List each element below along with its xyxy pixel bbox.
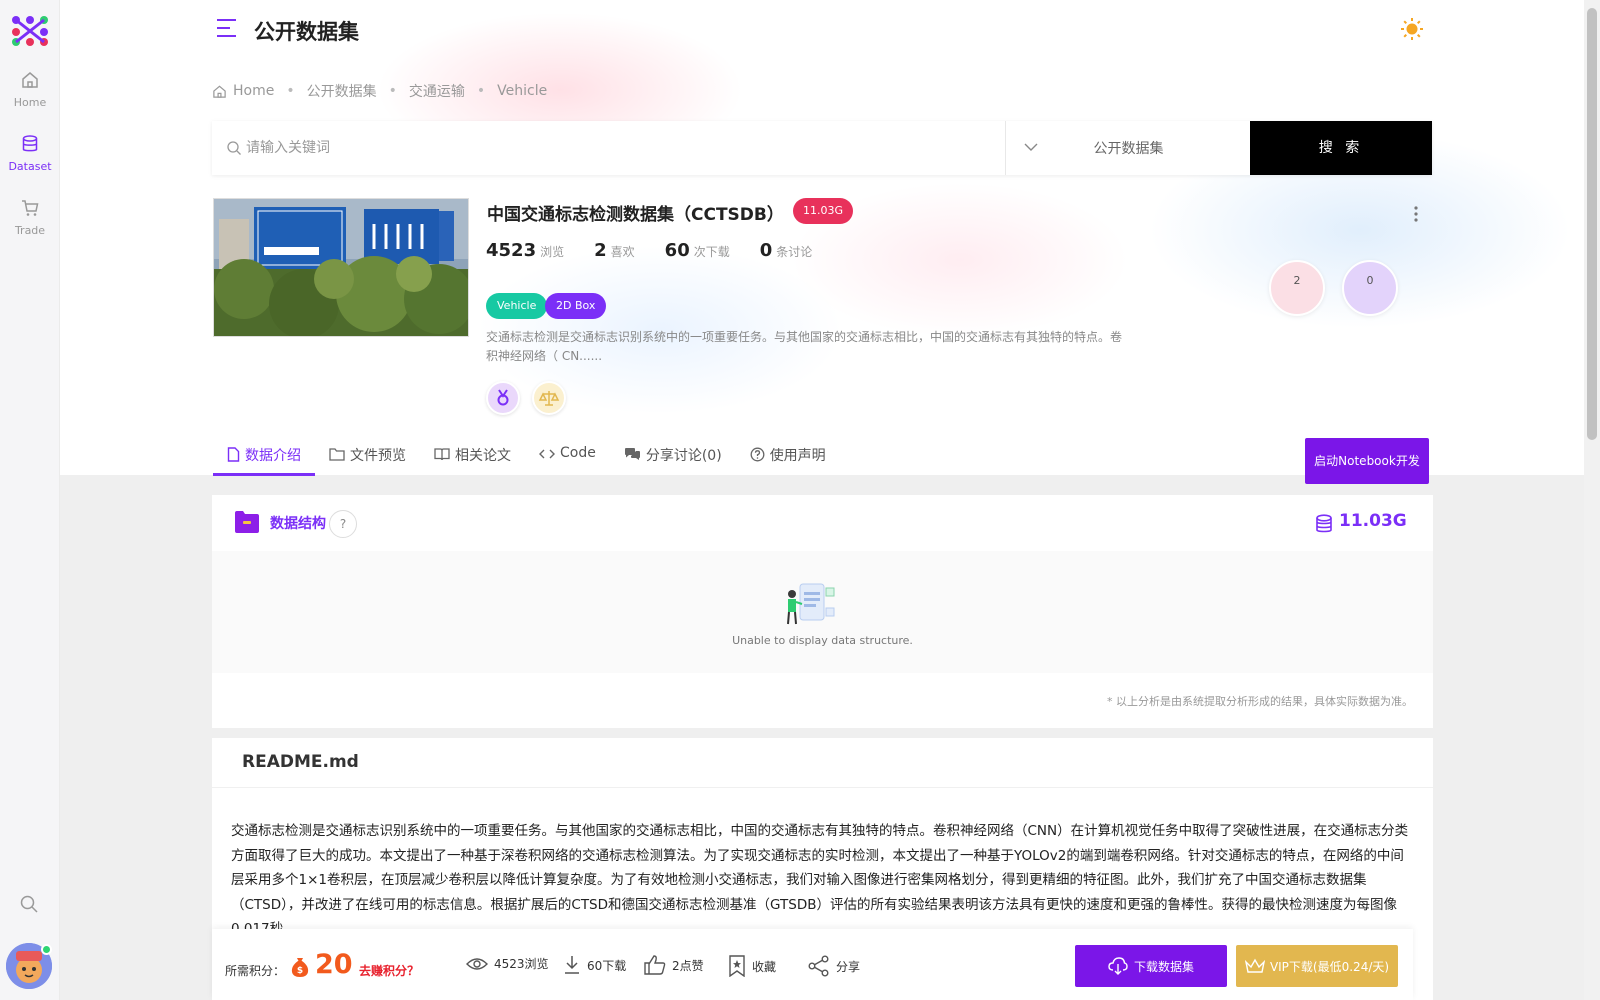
home-icon bbox=[213, 85, 226, 98]
downloads-stat: 60下载 bbox=[563, 955, 626, 975]
svg-text:$: $ bbox=[297, 966, 303, 976]
sidebar: Home Dataset Trade bbox=[0, 0, 60, 1000]
scrollbar-thumb[interactable] bbox=[1587, 8, 1597, 440]
discussion-count-bubble: 0 bbox=[1342, 260, 1398, 316]
eye-icon bbox=[466, 957, 488, 970]
theme-toggle-sun-icon[interactable] bbox=[1400, 17, 1424, 45]
medal-icon bbox=[497, 389, 509, 406]
points-value: 20 bbox=[315, 949, 353, 980]
tab-related-papers[interactable]: 相关论文 bbox=[420, 436, 525, 476]
cloud-download-icon bbox=[1108, 957, 1128, 975]
code-icon bbox=[539, 449, 555, 459]
chat-icon bbox=[624, 448, 640, 460]
search-icon bbox=[227, 141, 241, 155]
dataset-thumbnail[interactable] bbox=[213, 198, 469, 337]
empty-state-text: Unable to display data structure. bbox=[732, 634, 913, 647]
readme-title: README.md bbox=[242, 752, 359, 772]
search-scope-value: 公开数据集 bbox=[1093, 141, 1164, 157]
launch-notebook-button[interactable]: 启动Notebook开发 bbox=[1305, 438, 1429, 484]
page-title: 公开数据集 bbox=[254, 20, 359, 44]
analysis-note: * 以上分析是由系统提取分析形成的结果，具体实际数据为准。 bbox=[1107, 695, 1413, 708]
book-icon bbox=[434, 448, 450, 461]
dataset-description: 交通标志检测是交通标志识别系统中的一项重要任务。与其他国家的交通标志相比，中国的… bbox=[486, 330, 1123, 363]
data-structure-footer: * 以上分析是由系统提取分析形成的结果，具体实际数据为准。 bbox=[212, 673, 1433, 728]
tab-usage-statement[interactable]: 使用声明 bbox=[736, 436, 840, 476]
data-structure-header: 数据结构 ? 11.03G bbox=[212, 495, 1433, 551]
sidebar-item-label: Home bbox=[13, 96, 47, 109]
download-icon bbox=[565, 956, 579, 974]
share-icon bbox=[808, 955, 829, 977]
online-status-dot bbox=[41, 944, 52, 955]
favorite-button[interactable]: 收藏 bbox=[728, 955, 776, 977]
dataset-stats: 4523 浏览 2 喜欢 60 次下载 0 条讨论 bbox=[486, 240, 842, 261]
breadcrumb-separator: • bbox=[286, 83, 295, 99]
breadcrumb: Home • 公开数据集 • 交通运输 • Vehicle bbox=[212, 81, 547, 101]
sidebar-item-trade[interactable]: Trade bbox=[0, 198, 60, 237]
data-structure-title: 数据结构 bbox=[270, 516, 326, 532]
empty-state-illustration bbox=[780, 582, 842, 630]
vip-download-button[interactable]: VIP下载(最低0.24/天) bbox=[1236, 945, 1398, 987]
license-badge[interactable] bbox=[532, 381, 566, 415]
like-button[interactable]: 2点赞 bbox=[644, 955, 704, 975]
tab-data-intro[interactable]: 数据介绍 bbox=[213, 436, 315, 476]
search-icon bbox=[20, 895, 38, 913]
scale-icon bbox=[538, 391, 560, 406]
share-button[interactable]: 分享 bbox=[808, 955, 860, 977]
download-dataset-button[interactable]: 下载数据集 bbox=[1075, 945, 1227, 987]
sidebar-item-dataset[interactable]: Dataset bbox=[0, 134, 60, 173]
bottom-action-bar: 所需积分： $ 20 去赚积分？ 4523浏览 60下载 2点赞 收藏 分享 下… bbox=[212, 929, 1413, 1000]
breadcrumb-public-datasets[interactable]: 公开数据集 bbox=[307, 81, 377, 101]
stat-views: 4523 浏览 bbox=[486, 240, 565, 261]
views-stat: 4523浏览 bbox=[466, 955, 549, 972]
stat-discussions: 0 条讨论 bbox=[759, 240, 813, 261]
help-button[interactable]: ? bbox=[329, 510, 357, 538]
tab-bar: 数据介绍 文件预览 相关论文 Code 分享讨论(0) 使用声明 bbox=[213, 436, 840, 476]
bookmark-star-icon bbox=[729, 955, 745, 977]
points-label: 所需积分： bbox=[225, 964, 286, 978]
dataset-title: 中国交通标志检测数据集（CCTSDB） bbox=[487, 205, 784, 225]
tag-2d-box[interactable]: 2D Box bbox=[545, 293, 607, 319]
folder-icon bbox=[329, 448, 345, 461]
data-structure-size: 11.03G bbox=[1339, 511, 1407, 531]
like-count-bubble: 2 bbox=[1269, 260, 1325, 316]
sidebar-item-label: Dataset bbox=[8, 160, 52, 173]
database-icon bbox=[22, 135, 38, 152]
folder-icon bbox=[235, 511, 259, 533]
sidebar-item-label: Trade bbox=[14, 224, 46, 237]
earn-points-link[interactable]: 去赚积分？ bbox=[359, 962, 419, 979]
sidebar-item-home[interactable]: Home bbox=[0, 70, 60, 109]
sidebar-search-button[interactable] bbox=[19, 894, 39, 918]
search-button[interactable]: 搜 索 bbox=[1250, 121, 1432, 175]
search-bar: 公开数据集 搜 索 bbox=[212, 121, 1432, 175]
brand-logo[interactable] bbox=[10, 14, 50, 46]
home-icon bbox=[22, 72, 38, 88]
menu-icon[interactable] bbox=[216, 18, 238, 42]
thumbs-up-icon bbox=[644, 955, 666, 975]
coin-bag-icon: $ bbox=[291, 958, 309, 977]
medal-badge[interactable] bbox=[486, 381, 520, 415]
size-badge: 11.03G bbox=[793, 198, 854, 224]
more-options-icon[interactable] bbox=[1413, 205, 1419, 227]
tab-file-preview[interactable]: 文件预览 bbox=[315, 436, 420, 476]
crown-icon bbox=[1244, 958, 1265, 973]
breadcrumb-vehicle[interactable]: Vehicle bbox=[497, 83, 547, 99]
tab-discussion[interactable]: 分享讨论(0) bbox=[610, 436, 736, 476]
tab-code[interactable]: Code bbox=[525, 436, 610, 476]
document-icon bbox=[227, 447, 240, 462]
question-icon bbox=[750, 447, 765, 462]
breadcrumb-home[interactable]: Home bbox=[233, 83, 274, 99]
page-scrollbar[interactable] bbox=[1584, 0, 1600, 1000]
search-scope-select[interactable]: 公开数据集 bbox=[1005, 121, 1250, 175]
tag-vehicle[interactable]: Vehicle bbox=[486, 293, 548, 319]
cart-icon bbox=[22, 200, 39, 216]
stat-downloads: 60 次下载 bbox=[664, 240, 730, 261]
readme-body: 交通标志检测是交通标志识别系统中的一项重要任务。与其他国家的交通标志相比，中国的… bbox=[231, 823, 1409, 937]
readme-header: README.md bbox=[212, 738, 1433, 788]
breadcrumb-transport[interactable]: 交通运输 bbox=[409, 81, 465, 101]
breadcrumb-separator: • bbox=[388, 83, 397, 99]
database-icon bbox=[1316, 514, 1332, 533]
data-structure-card: 数据结构 ? 11.03G Unable to display data str… bbox=[212, 495, 1433, 728]
stat-likes: 2 喜欢 bbox=[594, 240, 635, 261]
breadcrumb-separator: • bbox=[476, 83, 486, 99]
